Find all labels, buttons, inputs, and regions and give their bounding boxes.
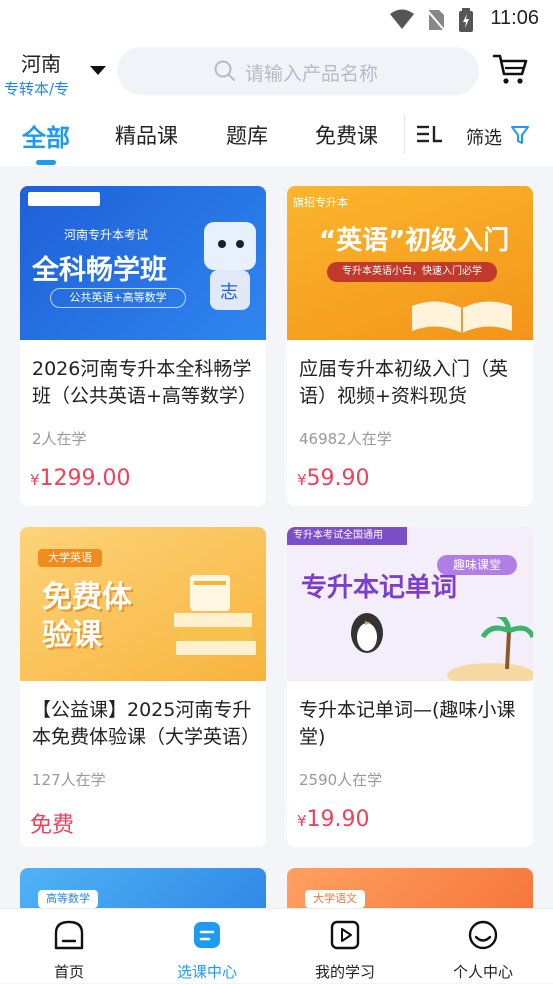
province-label: 河南 [21,52,61,76]
price-value: 19.90 [306,807,370,832]
bottom-nav: 首页 选课中心 我的学习 个人中心 [0,908,553,983]
course-thumbnail: 专升本考试全国通用 专升本记单词 趣味课堂 [287,527,533,681]
course-card[interactable]: 专升本考试全国通用 专升本记单词 趣味课堂 专升本记单词—(趣味小课堂) 259… [287,527,533,847]
tab-question-bank[interactable]: 题库 [226,120,268,150]
learner-count: 127人在学 [32,771,106,789]
price-value: 59.90 [306,466,370,491]
battery-icon [459,8,473,32]
currency-symbol: ¥ [297,471,307,489]
filter-funnel-icon[interactable] [510,125,530,145]
tab-free[interactable]: 免费课 [315,120,378,150]
learner-count: 2人在学 [32,430,87,448]
course-card[interactable]: 大学英语 免费体验课 【公益课】2025河南专升本免费体验课（大学英语） 127… [20,527,266,847]
thumb-headline: 专升本记单词 [301,573,458,603]
course-price: 免费 [30,807,74,839]
beach-illustration [447,617,533,681]
nav-profile[interactable]: 个人中心 [414,909,552,984]
course-price: ¥19.90 [297,807,370,832]
course-card[interactable]: 旗招专升本 “英语”初级入门 专升本英语小白，快速入门必学 应届专升本初级入门（… [287,186,533,506]
thumb-headline: “英语”初级入门 [319,226,510,256]
course-thumbnail: 大学英语 免费体验课 [20,527,266,681]
no-sim-icon [426,9,446,32]
search-placeholder: 请输入产品名称 [245,63,379,85]
thumb-headline: 免费体验课 [42,580,132,653]
status-bar: 11:06 [0,0,553,38]
mascot-illustration: 志 [204,222,256,310]
cart-icon[interactable] [492,52,528,86]
wifi-icon [390,9,414,29]
course-thumbnail: 河南专升本考试 全科畅学班 公共英语+高等数学 志 [20,186,266,340]
course-title: 【公益课】2025河南专升本免费体验课（大学英语） [32,699,256,748]
course-price: ¥1299.00 [30,466,131,491]
learner-count: 46982人在学 [299,430,392,448]
price-value: 1299.00 [39,466,131,491]
search-icon [214,60,235,81]
tab-indicator [36,160,56,165]
thumb-tagline: 专升本英语小白，快速入门必学 [327,262,497,282]
books-illustration [174,575,256,655]
clock: 11:06 [490,7,539,29]
penguin-illustration [351,613,383,653]
thumb-banner: 专升本考试全国通用 [287,527,407,545]
play-icon [330,920,360,950]
location-selector[interactable]: 河南 专转本/专 [4,48,78,99]
home-icon [54,920,84,950]
currency-symbol: ¥ [297,812,307,830]
nav-my-learning[interactable]: 我的学习 [276,909,414,984]
profile-icon [468,920,498,950]
thumb-headline: 全科畅学班 [32,255,167,286]
dropdown-caret-icon[interactable] [90,66,106,75]
thumb-subtitle: 河南专升本考试 [64,228,149,242]
nav-home[interactable]: 首页 [0,909,138,984]
nav-course-center[interactable]: 选课中心 [138,909,276,984]
course-price: ¥59.90 [297,466,370,491]
nav-home-label: 首页 [53,963,84,981]
thumb-category: 大学英语 [38,549,102,567]
filter-button[interactable]: 筛选 [466,124,502,150]
price-value: 免费 [30,813,75,838]
course-card[interactable]: 河南专升本考试 全科畅学班 公共英语+高等数学 志 2026河南专升本全科畅学班… [20,186,266,506]
exam-type-label: 专转本/专 [4,80,70,98]
svg-text:志: 志 [220,282,238,303]
category-menu-icon[interactable] [415,122,445,146]
thumb-tagline: 公共英语+高等数学 [50,288,186,308]
course-thumbnail: 旗招专升本 “英语”初级入门 专升本英语小白，快速入门必学 [287,186,533,340]
nav-profile-label: 个人中心 [452,963,513,981]
tab-all[interactable]: 全部 [22,118,70,153]
thumb-tag: 趣味课堂 [437,555,517,575]
category-tabs: 全部 精品课 题库 免费课 筛选 [0,104,553,166]
tab-premium[interactable]: 精品课 [115,120,178,150]
thumb-category: 大学语文 [305,890,365,908]
course-title: 2026河南专升本全科畅学班（公共英语+高等数学） [32,358,256,407]
thumb-brand: 旗招专升本 [293,196,348,209]
learner-count: 2590人在学 [299,771,383,789]
currency-symbol: ¥ [30,471,40,489]
book-illustration [412,301,512,333]
tab-divider [404,114,405,154]
nav-my-learning-label: 我的学习 [314,963,375,981]
course-title: 应届专升本初级入门（英语）视频+资料现货 [299,358,509,407]
course-title: 专升本记单词—(趣味小课堂) [299,699,516,748]
top-bar: 河南 专转本/专 请输入产品名称 [0,38,553,104]
search-input[interactable]: 请输入产品名称 [117,47,479,95]
brand-logo [28,192,100,206]
thumb-category: 高等数学 [38,890,98,908]
nav-course-center-label: 选课中心 [176,963,237,981]
course-center-icon [194,922,220,948]
